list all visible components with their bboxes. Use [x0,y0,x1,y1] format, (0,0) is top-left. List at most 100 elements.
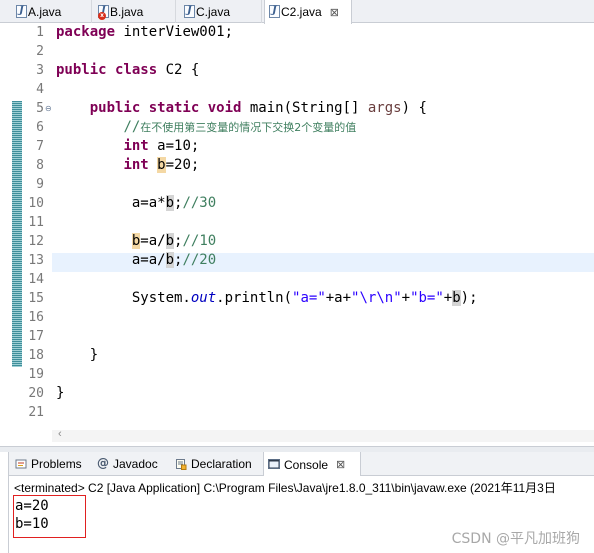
keyword: public class [56,62,158,78]
code-line-5: public static void main(String[] args) { [56,100,427,119]
tab-label: B.java [110,4,144,19]
fold-collapse-icon[interactable]: ⊖ [45,104,52,113]
line-number: 6 [36,120,44,135]
comment-slashes: // [123,119,141,135]
var-b-highlight: b [157,157,166,173]
line-number: 8 [36,158,44,173]
code-line-3: public class C2 { [56,62,199,81]
code-text: C2 { [157,62,200,78]
tab-a-java[interactable]: J A.java [12,0,92,23]
java-file-icon: J [184,5,195,18]
line-number: 2 [36,44,44,59]
code-text: ); [460,290,478,306]
var-b-highlight: b [165,252,175,268]
code-line-15: System.out.println("a="+a+"\r\n"+"b="+b)… [56,290,478,309]
code-line-8: int b=20; [56,157,199,176]
line-number: 14 [28,272,44,287]
code-text: } [89,347,99,363]
java-file-icon: J [269,5,280,18]
code-text: =20; [165,157,200,173]
code-text: + [443,290,453,306]
line-number: 17 [28,329,44,344]
string-literal: "b=" [410,290,444,306]
line-number: 13 [28,253,44,268]
comment: //30 [182,195,217,211]
code-line-12: b=a/b;//10 [56,233,216,252]
keyword: package [56,24,116,40]
line-number: 11 [28,215,44,230]
code-line-20: } [56,385,64,404]
tab-javadoc[interactable]: @ Javadoc [93,452,173,476]
line-number: 9 [36,177,44,192]
tab-label: C.java [196,4,231,19]
string-literal: "\r\n" [351,290,402,306]
line-number: 20 [28,386,44,401]
code-text: ) { [401,100,427,116]
horizontal-scrollbar[interactable]: ‹ [52,428,594,442]
code-line-18: } [56,347,98,366]
tab-label: Javadoc [113,457,158,471]
tab-b-java[interactable]: Jx B.java [94,0,176,23]
keyword: public static void [89,100,242,116]
editor-tab-bar: J A.java Jx B.java J C.java J C2.java ⊠ [0,0,594,24]
views-tab-bar: Problems @ Javadoc Declaration Console ⊠ [8,452,594,477]
scroll-left-icon[interactable]: ‹ [58,428,62,440]
java-file-error-icon: Jx [98,5,109,20]
tab-c-java[interactable]: J C.java [180,0,262,23]
console-view[interactable]: <terminated> C2 [Java Application] C:\Pr… [8,476,594,553]
keyword: int [123,157,149,173]
comment: //20 [182,252,217,268]
code-text: main(String[] [241,100,368,116]
line-number: 15 [28,291,44,306]
close-icon[interactable]: ⊠ [330,6,339,19]
tab-console[interactable]: Console ⊠ [263,452,361,477]
code-text: + [401,290,411,306]
code-text: interView001; [115,24,234,40]
tab-label: Declaration [191,457,252,471]
line-number: 3 [36,63,44,78]
code-line-7: int a=10; [56,138,199,157]
java-file-icon: J [16,5,27,18]
tab-label: C2.java [281,5,322,19]
console-icon [268,459,280,469]
line-number: 18 [28,348,44,363]
code-editor[interactable]: 1 2 3 4 5 6 7 8 9 10 11 12 13 14 15 16 1… [0,24,594,444]
code-text: .println( [216,290,293,306]
line-number: 12 [28,234,44,249]
code-text: =a/ [140,233,166,249]
tab-label: Console [284,457,329,472]
code-text: +a+ [325,290,352,306]
var-b-highlight: b [452,290,461,306]
watermark: CSDN @平凡加班狗 [451,531,580,547]
var-b-highlight: b [165,233,175,249]
console-status-line: <terminated> C2 [Java Application] C:\Pr… [14,481,556,495]
param-args: args [367,100,402,116]
code-text: a=a* [131,195,166,211]
comment-text: 在不使用第三变量的情况下交换2个变量的值 [140,121,357,134]
javadoc-icon: @ [97,456,109,470]
code-line-6: //在不使用第三变量的情况下交换2个变量的值 [56,119,356,138]
line-number: 4 [36,82,44,97]
comment: //10 [182,233,217,249]
keyword: int [123,138,149,154]
code-text: } [56,385,65,401]
line-number: 5 [36,101,44,116]
code-line-1: package interView001; [56,24,233,43]
tab-label: A.java [28,4,62,19]
declaration-icon [176,459,187,470]
string-literal: "a=" [292,290,326,306]
code-line-10: a=a*b;//30 [56,195,216,214]
tab-label: Problems [31,457,82,471]
tab-declaration[interactable]: Declaration [171,452,263,476]
close-icon[interactable]: ⊠ [336,458,345,471]
code-line-13: a=a/b;//20 [56,252,216,271]
problems-icon [15,459,27,469]
line-number: 19 [28,367,44,382]
static-field: out [190,290,217,306]
line-number: 10 [28,196,44,211]
tab-problems[interactable]: Problems [11,452,93,476]
code-text: System. [131,290,191,306]
tab-c2-java[interactable]: J C2.java ⊠ [264,0,352,24]
code-text: a=a/ [131,252,166,268]
code-text: a=10; [148,138,200,154]
